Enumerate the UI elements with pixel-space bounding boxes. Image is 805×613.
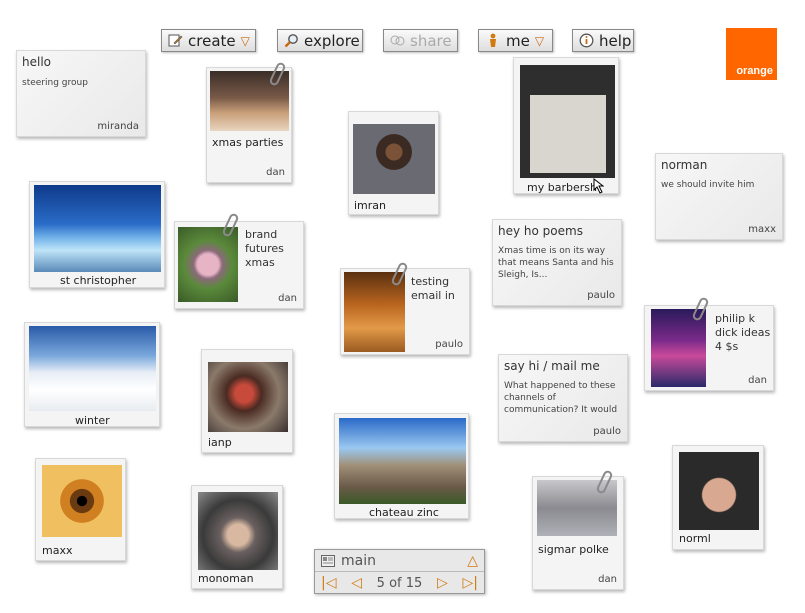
me-button[interactable]: me ▽ [478,29,553,52]
create-label: create [188,31,236,50]
note-title: say hi / mail me [504,359,600,373]
note-text: brand futures xmas [245,228,284,269]
photo-caption: my barbersh [527,181,597,194]
note-card-sayhi[interactable]: say hi / mail me What happened to these … [498,354,628,442]
photo-caption: sigmar polke [538,543,609,556]
prev-page-icon[interactable]: ◁ [351,575,362,591]
photo-caption: xmas parties [212,136,284,149]
note-card-hello[interactable]: hello steering group miranda [16,50,146,137]
note-author: maxx [748,224,776,235]
channel-name: main [341,552,376,569]
photo-note-brand[interactable]: brand futures xmas dan [174,221,304,309]
note-author: paulo [593,426,621,437]
orange-logo: orange [726,28,777,80]
photo-image [520,65,615,178]
note-title: hello [22,55,51,69]
note-author: miranda [97,121,139,132]
note-card-norman[interactable]: norman we should invite him maxx [655,153,783,240]
note-author: dan [748,375,767,386]
note-text: philip k dick ideas 4 $s [715,312,771,353]
photo-caption: ianp [208,436,232,449]
photo-card-chateau-zinc[interactable]: chateau zinc [334,413,469,519]
edit-icon [168,33,183,49]
photo-caption: st christopher [60,274,137,287]
page-indicator: 5 of 15 [376,575,423,591]
note-author: paulo [435,339,463,350]
note-author: dan [278,293,297,304]
help-label: help [599,31,632,50]
last-page-icon[interactable]: ▷| [462,575,477,591]
note-author: paulo [587,290,615,301]
photo-image [679,452,759,530]
photo-caption: monoman [198,572,254,585]
photo-caption: imran [354,199,387,212]
photo-card-monoman[interactable]: monoman [191,485,283,589]
photo-card-maxx[interactable]: maxx [35,458,126,561]
explore-button[interactable]: explore [277,29,363,52]
chevron-down-icon: ▽ [534,33,545,48]
photo-image [651,309,706,387]
photo-image [353,124,435,194]
photo-author: dan [266,167,285,178]
create-button[interactable]: create ▽ [161,29,256,52]
photo-caption: norml [679,532,711,545]
photo-card-norml[interactable]: norml [672,445,764,550]
note-card-poems[interactable]: hey ho poems Xmas time is on its way tha… [492,219,622,306]
photo-image [198,492,278,570]
photo-image [208,362,288,432]
photo-card-barbershop[interactable]: my barbersh [513,57,619,194]
me-label: me [506,31,530,50]
note-body: What happened to these channels of commu… [504,381,618,415]
share-button[interactable]: share [383,29,458,52]
photo-card-xmas-parties[interactable]: xmas parties dan [206,67,292,183]
share-icon [390,33,405,49]
cursor-icon [592,177,605,198]
photo-caption: chateau zinc [369,506,439,519]
search-icon [284,33,299,49]
first-page-icon[interactable]: |◁ [321,575,336,591]
channel-icon [320,553,336,569]
photo-note-testing[interactable]: testing email in paulo [340,268,470,355]
help-button[interactable]: help [572,29,634,52]
channel-navigator: main △ |◁ ◁ 5 of 15 ▷ ▷| [314,549,485,594]
photo-card-winter[interactable]: winter [24,322,160,427]
photo-card-sigmar-polke[interactable]: sigmar polke dan [532,476,624,590]
photo-note-philip[interactable]: philip k dick ideas 4 $s dan [644,305,774,391]
chevron-down-icon: ▽ [240,33,250,48]
note-body: Xmas time is on its way that means Santa… [498,246,614,280]
person-icon [485,33,501,49]
note-title: hey ho poems [498,224,583,238]
share-label: share [410,31,452,50]
photo-image [29,326,156,411]
photo-card-st-christopher[interactable]: st christopher [29,181,165,288]
photo-image [178,227,238,302]
next-page-icon[interactable]: ▷ [437,575,448,591]
photo-image [34,185,161,272]
photo-author: dan [598,574,617,585]
note-body: we should invite him [661,180,755,190]
photo-caption: maxx [42,544,73,557]
photo-caption: winter [75,414,110,427]
note-text: testing email in [411,275,455,302]
photo-card-imran[interactable]: imran [348,111,439,215]
info-icon [579,33,594,49]
photo-card-ianp[interactable]: ianp [201,349,293,453]
collapse-icon[interactable]: △ [467,553,478,569]
photo-image [339,418,466,504]
photo-image [42,465,122,537]
note-title: norman [661,158,708,172]
note-body: steering group [22,78,88,88]
explore-label: explore [304,31,360,50]
